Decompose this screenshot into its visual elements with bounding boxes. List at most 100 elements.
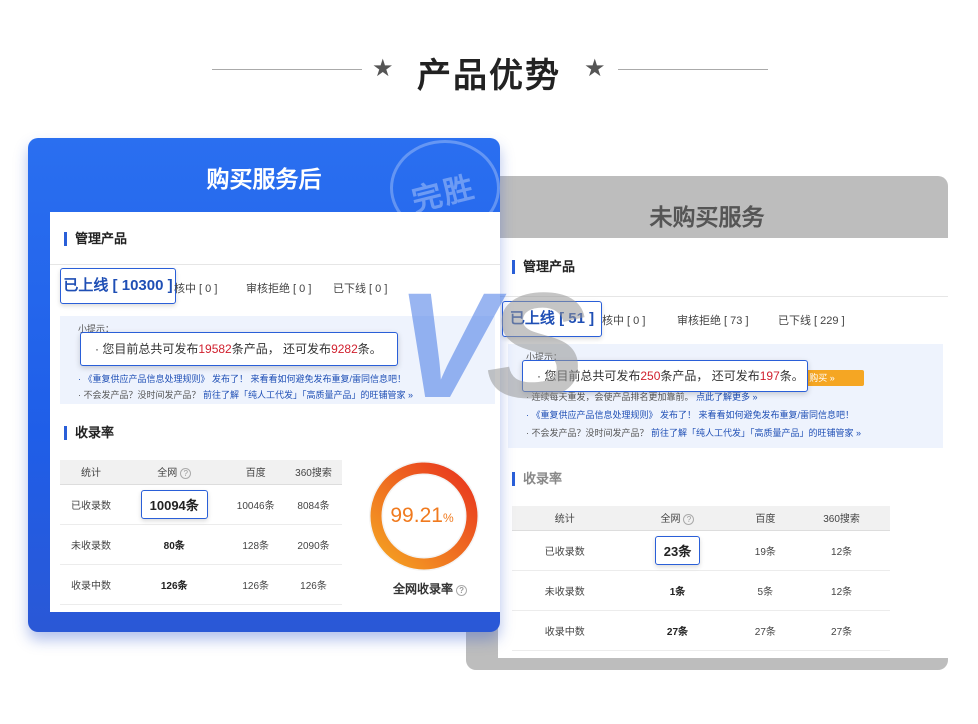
section-heading: ★ 产品优势 ★ xyxy=(0,40,978,100)
gauge-number: 99.21 xyxy=(390,504,443,527)
tip-text: · 不会发产品？没时间发产品？ xyxy=(526,428,651,438)
table-header: 统计 xyxy=(512,506,618,531)
table-row: 已收录数 10094条 10046条 8084条 xyxy=(60,484,342,525)
notice-text: 条产品， 还可发布 xyxy=(660,369,760,383)
table-cell: 8084条 xyxy=(285,484,342,525)
section-title-index: 收录率 xyxy=(512,472,562,486)
table-cell: 已收录数 xyxy=(60,484,123,525)
notice-total: 250 xyxy=(640,369,661,383)
table-cell: 27条 xyxy=(793,610,890,651)
dashboard-panel: 管理产品 已上线 [ 51 ] 核中 [ 0 ] 审核拒绝 [ 73 ] 已下线… xyxy=(498,238,948,658)
table-cell: 80条 xyxy=(122,524,227,565)
notice-text: 条。 xyxy=(779,369,804,383)
star-icon: ★ xyxy=(584,55,606,82)
table-cell: 23条 xyxy=(617,530,738,571)
notice-total: 19582 xyxy=(198,342,232,356)
divider xyxy=(498,296,948,297)
tab-rejected[interactable]: 审核拒绝 [ 0 ] xyxy=(246,280,311,296)
table-header: 百度 xyxy=(226,460,286,485)
table-cell: 27条 xyxy=(617,610,738,651)
tip-text: · 不会发产品？没时间发产品？ xyxy=(78,390,203,400)
rules-link[interactable]: · 《重复供应产品信息处理规则》 发布了！ 来看看如何避免发布重复/雷同信息吧！ xyxy=(78,374,406,384)
table-header-label: 全网 xyxy=(660,514,681,526)
table-header: 统计 xyxy=(60,460,123,485)
tab-online[interactable]: 已上线 [ 51 ] xyxy=(502,301,602,337)
help-icon[interactable]: ? xyxy=(456,585,468,596)
tab-rejected[interactable]: 审核拒绝 [ 73 ] xyxy=(677,312,749,328)
table-row: 未收录数 80条 128条 2090条 xyxy=(60,524,342,565)
help-icon[interactable]: ? xyxy=(683,514,695,526)
gauge-value: 99.21% xyxy=(390,504,454,527)
table-cell: 126条 xyxy=(285,564,342,605)
table-cell: 126条 xyxy=(122,564,227,605)
table-row: 收录中数 27条 27条 27条 xyxy=(512,610,890,651)
tip-line: · 不会发产品？没时间发产品？ 前往了解「纯人工代发」「高质量产品」的旺铺管家 … xyxy=(78,388,413,401)
page-title: 产品优势 xyxy=(417,57,561,95)
section-title-manage: 管理产品 xyxy=(64,232,127,246)
table-row: 未收录数 1条 5条 12条 xyxy=(512,570,890,611)
tab-offline[interactable]: 已下线 [ 0 ] xyxy=(333,280,387,296)
divider xyxy=(50,264,500,265)
table-cell: 2090条 xyxy=(285,524,342,565)
tip-text: · 连续每天重发，会使产品排名更加靠前。 xyxy=(526,392,696,402)
table-cell: 27条 xyxy=(737,610,794,651)
notice-remain: 9282 xyxy=(331,342,358,356)
table-cell: 收录中数 xyxy=(512,610,618,651)
gauge-label: 全网收录率? xyxy=(393,580,468,597)
publish-quota-notice: · 您目前总共可发布19582条产品， 还可发布9282条。 xyxy=(80,332,398,366)
table-cell: 10046条 xyxy=(226,484,286,525)
table-header: 全网? xyxy=(122,460,227,485)
tab-offline[interactable]: 已下线 [ 229 ] xyxy=(778,312,845,328)
tab-reviewing[interactable]: 核中 [ 0 ] xyxy=(174,280,217,296)
card-after-purchase: 完胜 购买服务后 管理产品 已上线 [ 10300 ] 核中 [ 0 ] 审核拒… xyxy=(28,138,500,632)
table-header: 360搜索 xyxy=(285,460,342,485)
index-table: 统计 全网? 百度 360搜索 已收录数 10094条 10046条 8084条… xyxy=(60,460,342,605)
index-rate-gauge: 99.21% xyxy=(369,461,479,571)
tab-reviewing[interactable]: 核中 [ 0 ] xyxy=(602,312,645,328)
card-before-purchase: 未购买服务 管理产品 已上线 [ 51 ] 核中 [ 0 ] 审核拒绝 [ 73… xyxy=(466,176,948,670)
table-header-label: 全网 xyxy=(157,468,178,480)
publish-quota-notice: · 您目前总共可发布250条产品， 还可发布197条。 xyxy=(522,360,808,392)
table-cell: 19条 xyxy=(737,530,794,571)
dashboard-panel: 管理产品 已上线 [ 10300 ] 核中 [ 0 ] 审核拒绝 [ 0 ] 已… xyxy=(50,212,500,612)
notice-text: · 您目前总共可发布 xyxy=(95,342,199,356)
table-header: 360搜索 xyxy=(793,506,890,531)
table-header: 百度 xyxy=(737,506,794,531)
table-cell: 收录中数 xyxy=(60,564,123,605)
table-cell: 10094条 xyxy=(122,484,227,525)
table-cell: 126条 xyxy=(226,564,286,605)
table-cell: 已收录数 xyxy=(512,530,618,571)
tip-link[interactable]: 点此了解更多 » xyxy=(696,392,758,402)
section-title-manage: 管理产品 xyxy=(512,260,575,274)
rules-link[interactable]: · 《重复供应产品信息处理规则》 发布了！ 来看看如何避免发布重复/雷同信息吧！ xyxy=(526,410,854,420)
table-header: 全网? xyxy=(617,506,738,531)
table-cell: 5条 xyxy=(737,570,794,611)
notice-text: · 您目前总共可发布 xyxy=(537,369,641,383)
table-cell: 1条 xyxy=(617,570,738,611)
gauge-unit: % xyxy=(443,511,454,525)
table-cell: 12条 xyxy=(793,530,890,571)
table-cell: 128条 xyxy=(226,524,286,565)
card-title: 购买服务后 xyxy=(206,166,322,192)
gauge-label-text: 全网收录率 xyxy=(393,582,454,596)
section-title-index: 收录率 xyxy=(64,426,114,440)
table-cell: 12条 xyxy=(793,570,890,611)
tab-online[interactable]: 已上线 [ 10300 ] xyxy=(60,268,176,304)
tip-link[interactable]: 前往了解「纯人工代发」「高质量产品」的旺铺管家 » xyxy=(203,390,413,400)
tip-line: · 《重复供应产品信息处理规则》 发布了！ 来看看如何避免发布重复/雷同信息吧！ xyxy=(526,408,854,421)
tip-line: · 不会发产品？没时间发产品？ 前往了解「纯人工代发」「高质量产品」的旺铺管家 … xyxy=(526,426,861,439)
table-cell: 未收录数 xyxy=(60,524,123,565)
notice-text: 条产品， 还可发布 xyxy=(231,342,332,356)
help-icon[interactable]: ? xyxy=(180,468,192,480)
tip-link[interactable]: 前往了解「纯人工代发」「高质量产品」的旺铺管家 » xyxy=(651,428,861,438)
notice-remain: 197 xyxy=(759,369,780,383)
table-row: 收录中数 126条 126条 126条 xyxy=(60,564,342,605)
highlight-value: 10094条 xyxy=(140,489,208,519)
tip-line: · 《重复供应产品信息处理规则》 发布了！ 来看看如何避免发布重复/雷同信息吧！ xyxy=(78,372,406,385)
heading-line-right xyxy=(618,69,768,70)
card-title: 未购买服务 xyxy=(649,204,765,230)
table-cell: 未收录数 xyxy=(512,570,618,611)
notice-text: 条。 xyxy=(357,342,382,356)
highlight-value: 23条 xyxy=(654,535,701,565)
table-row: 已收录数 23条 19条 12条 xyxy=(512,530,890,571)
